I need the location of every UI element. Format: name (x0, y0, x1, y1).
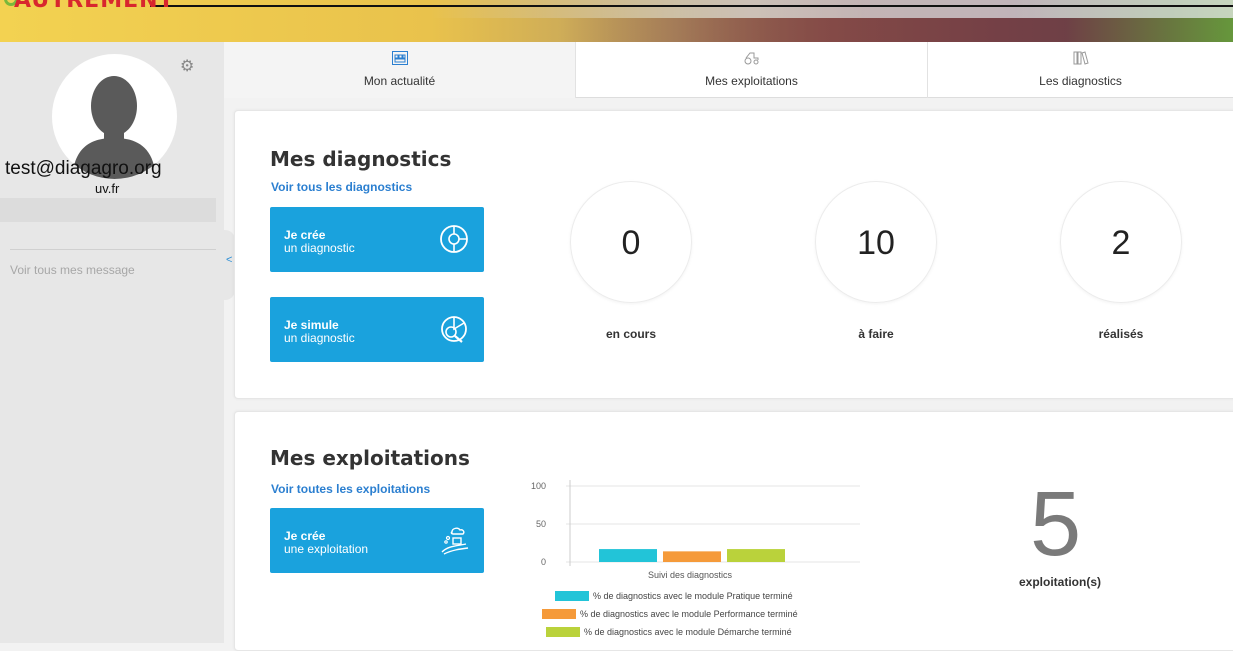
stat-label: réalisés (1098, 327, 1144, 341)
x-axis-label: Suivi des diagnostics (648, 570, 733, 580)
stat-label: à faire (858, 327, 894, 341)
all-exploitations-link[interactable]: Voir toutes les exploitations (271, 482, 430, 496)
tab-mon-actualite[interactable]: Mon actualité (224, 42, 576, 98)
button-line2: un diagnostic (284, 241, 355, 255)
tab-label: Mon actualité (363, 74, 436, 88)
button-line2: une exploitation (284, 542, 369, 556)
bar-2 (663, 551, 721, 562)
tab-label: Mes exploitations (705, 74, 798, 88)
banner-field (560, 18, 1233, 42)
simulate-diagnostic-button[interactable]: Je simule un diagnostic (270, 297, 484, 362)
main-tabs: Mon actualité Mes exploitations Les diag… (224, 42, 1233, 98)
diagnostics-progress-chart: 100 50 0 Suivi des diagnostics % de diagnost… (531, 480, 860, 637)
tab-les-diagnostics[interactable]: Les diagnostics (928, 42, 1233, 98)
legend-label-2: % de diagnostics avec le module Performa… (580, 609, 798, 619)
create-exploitation-button[interactable]: Je crée une exploitation (270, 508, 484, 573)
dashboard-icon (391, 51, 408, 65)
user-email-suffix: uv.fr (95, 181, 120, 196)
sidebar: ⚙ test@diagagro.org uv.fr Voir tous mes … (0, 42, 224, 643)
button-line1: Je simule (284, 318, 339, 332)
sidebar-divider (10, 249, 216, 250)
banner-sky (430, 0, 1233, 18)
button-line2: un diagnostic (284, 331, 355, 345)
chevron-left-icon: < (226, 254, 233, 266)
button-line1: Je crée (284, 228, 326, 242)
banner-line (150, 5, 1233, 7)
stat-label: en cours (605, 327, 656, 341)
button-line1: Je crée (284, 529, 326, 543)
pie-icon (440, 225, 468, 253)
tab-label: Les diagnostics (1039, 74, 1122, 88)
all-diagnostics-link[interactable]: Voir tous les diagnostics (271, 180, 412, 194)
stat-circle-realises: 2 (1060, 181, 1182, 303)
logo-text[interactable]: AUTREMENT (14, 0, 175, 13)
email-highlight (0, 198, 216, 222)
bar-3 (727, 549, 785, 562)
stat-value: 0 (621, 224, 641, 262)
legend-swatch-1 (555, 591, 589, 601)
header-banner: AUTREMENT (0, 0, 1233, 42)
legend-swatch-3 (546, 627, 580, 637)
exploitations-count: 5 (1030, 473, 1082, 575)
stat-circle-en-cours: 0 (570, 181, 692, 303)
diagnostics-title: Mes diagnostics (270, 147, 452, 171)
y-tick-label: 50 (536, 519, 546, 529)
user-email: test@diagagro.org (5, 158, 162, 179)
tab-mes-exploitations[interactable]: Mes exploitations (576, 42, 928, 98)
exploitations-count-label: exploitation(s) (1018, 575, 1101, 589)
stat-circle-a-faire: 10 (815, 181, 937, 303)
y-tick-label: 0 (541, 557, 546, 567)
exploitations-title: Mes exploitations (270, 446, 470, 470)
messages-link[interactable]: Voir tous mes message (10, 263, 135, 277)
stat-value: 2 (1111, 224, 1131, 262)
gear-icon[interactable]: ⚙ (180, 59, 196, 75)
tractor-icon (744, 52, 758, 65)
farm-icon (441, 527, 469, 555)
sidebar-collapse-button[interactable]: < (221, 230, 235, 300)
legend-swatch-2 (542, 609, 576, 619)
bar-1 (599, 549, 657, 562)
y-tick-label: 100 (531, 481, 546, 491)
legend-label-1: % de diagnostics avec le module Pratique… (593, 591, 793, 601)
create-diagnostic-button[interactable]: Je crée un diagnostic (270, 207, 484, 272)
legend-label-3: % de diagnostics avec le module Démarche… (584, 627, 792, 637)
diagnostics-card: Mes diagnostics Voir tous les diagnostic… (234, 110, 1233, 399)
stat-value: 10 (857, 224, 895, 262)
magnifier-pie-icon (441, 316, 467, 343)
books-icon (1073, 51, 1089, 65)
